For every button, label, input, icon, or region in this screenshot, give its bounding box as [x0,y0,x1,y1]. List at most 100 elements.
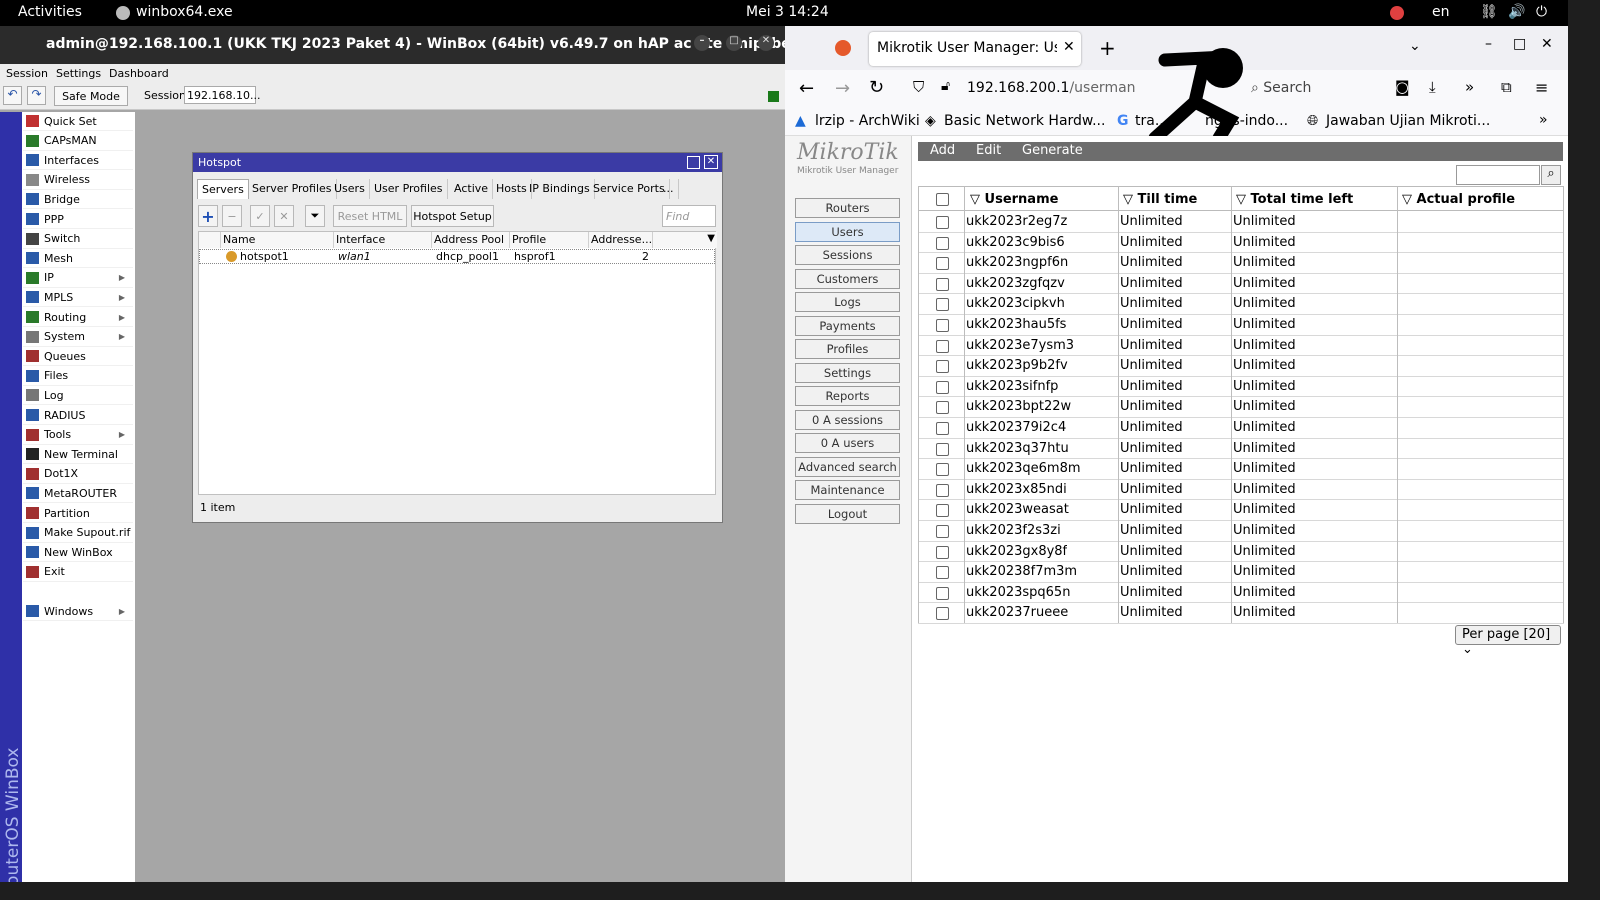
sidebar-item-quick-set[interactable]: Quick Set [23,112,133,131]
menu-maintenance-button[interactable]: Maintenance [795,480,900,500]
table-row[interactable]: ukk202379i2c4 Unlimited Unlimited [918,418,1564,439]
table-row[interactable]: ukk2023sifnfp Unlimited Unlimited [918,377,1564,398]
close-tab-icon[interactable]: ✕ [1063,39,1075,55]
sidebar-item-capsman[interactable]: CAPsMAN [23,132,133,151]
table-row[interactable]: ukk20238f7m3m Unlimited Unlimited [918,562,1564,583]
row-username[interactable]: ukk2023p9b2fv [966,358,1068,373]
menu-logout-button[interactable]: Logout [795,503,900,524]
row-checkbox[interactable] [936,360,949,374]
col-interface[interactable]: Interface [334,232,432,248]
row-checkbox[interactable] [936,422,949,435]
row-checkbox[interactable] [936,442,949,456]
tab-server-profiles[interactable]: Server Profiles [248,179,337,199]
add-icon[interactable]: + [198,205,218,227]
close-icon[interactable]: ✕ [1541,36,1553,52]
sidebar-item-queues[interactable]: Queues [23,347,133,367]
row-checkbox[interactable] [936,483,949,497]
row-checkbox[interactable] [936,463,949,477]
extensions-icon[interactable]: ⧉ [1501,78,1512,96]
new-tab-icon[interactable]: + [1099,36,1116,60]
row-checkbox[interactable] [936,380,949,394]
hotspot-setup-button[interactable]: Hotspot Setup [411,205,494,227]
power-icon[interactable]: ⏻ [1536,4,1547,20]
table-row[interactable]: ukk2023cipkvh Unlimited Unlimited [918,294,1564,315]
sidebar-item-make-supout-rif[interactable]: Make Supout.rif [23,524,133,543]
row-username[interactable]: ukk2023f2s3zi [966,523,1061,538]
clock[interactable]: Mei 3 14:24 [746,4,829,20]
redo-icon[interactable]: ↷ [27,86,46,105]
reset-html-button[interactable]: Reset HTML [333,205,407,227]
menu-settings-button[interactable]: Settings [795,362,900,383]
bookmark-network[interactable]: Basic Network Hardw... [944,113,1105,129]
col-total-time-left[interactable]: ▽ Total time left [1236,192,1353,207]
minimize-icon[interactable]: – [1485,36,1492,52]
maximize-icon[interactable] [687,156,700,169]
network-icon[interactable]: ⛓ [1480,4,1498,20]
bookmark-jawaban[interactable]: Jawaban Ujian Mikroti... [1326,113,1490,129]
search-icon[interactable]: ⌕ [1541,165,1561,185]
table-row[interactable]: ukk2023c9bis6 Unlimited Unlimited [918,233,1564,254]
row-username[interactable]: ukk2023qe6m8m [966,461,1081,476]
table-row[interactable]: hotspot1 wlan1 dhcp_pool1 hsprof1 2 [199,249,715,264]
shield-icon[interactable]: ⛉ [913,78,924,96]
generate-button[interactable]: Generate [1022,143,1083,158]
firefox-icon[interactable] [835,40,851,56]
back-icon[interactable]: ← [799,78,814,99]
sidebar-item-new-terminal[interactable]: New Terminal [23,445,133,465]
row-checkbox[interactable] [936,339,949,353]
forward-icon[interactable]: → [835,78,850,99]
sidebar-item-windows[interactable]: Windows ▶ [23,602,133,621]
filter-icon[interactable]: ⏷ [305,205,325,227]
url-field[interactable]: 192.168.200.1/userman [967,80,1136,96]
sidebar-item-mpls[interactable]: MPLS ▶ [23,288,133,308]
search-field[interactable]: ⌕ Search [1251,80,1311,96]
sidebar-item-bridge[interactable]: Bridge [23,190,133,210]
edit-button[interactable]: Edit [976,143,1001,158]
menu-payments-button[interactable]: Payments [795,315,900,336]
row-checkbox[interactable] [936,566,949,580]
row-username[interactable]: ukk20238f7m3m [966,564,1077,579]
add-button[interactable]: Add [930,143,955,158]
row-username[interactable]: ukk2023gx8y8f [966,544,1067,559]
tab-users[interactable]: Users [330,179,370,199]
tab-servers[interactable]: Servers [197,179,249,199]
close-icon[interactable]: ✕ [704,155,718,169]
focused-app-name[interactable]: winbox64.exe [136,4,233,20]
row-checkbox[interactable] [936,236,949,250]
pocket-icon[interactable]: ◙ [1395,78,1410,96]
tab-ip-bindings[interactable]: IP Bindings [525,179,595,199]
table-row[interactable]: ukk2023hau5fs Unlimited Unlimited [918,315,1564,336]
row-username[interactable]: ukk2023weasat [966,502,1069,517]
menu-0-a-users-button[interactable]: 0 A users [795,433,900,453]
session-field[interactable]: 192.168.10... [184,86,260,104]
menu-icon[interactable]: ≡ [1535,78,1548,97]
find-field[interactable]: Find [662,205,716,227]
table-row[interactable]: ukk2023p9b2fv Unlimited Unlimited [918,356,1564,377]
row-checkbox[interactable] [936,277,949,291]
row-checkbox[interactable] [936,319,949,332]
disable-icon[interactable]: ✕ [274,205,294,227]
menu-settings[interactable]: Settings [56,67,101,80]
sidebar-item-radius[interactable]: RADIUS [23,406,133,425]
sidebar-item-log[interactable]: Log [23,386,133,406]
sidebar-item-new-winbox[interactable]: New WinBox [23,543,133,563]
menu-profiles-button[interactable]: Profiles [795,339,900,359]
table-row[interactable]: ukk2023ngpf6n Unlimited Unlimited [918,253,1564,274]
table-row[interactable]: ukk2023gx8y8f Unlimited Unlimited [918,542,1564,563]
chrome-indicator-icon[interactable] [1390,6,1404,20]
safe-mode-button[interactable]: Safe Mode [54,86,128,106]
row-checkbox[interactable] [936,525,949,538]
reload-icon[interactable]: ↻ [869,77,884,98]
row-username[interactable]: ukk2023ngpf6n [966,255,1068,270]
table-row[interactable]: ukk20237rueee Unlimited Unlimited [918,603,1564,624]
activities-button[interactable]: Activities [18,4,82,20]
active-tab[interactable]: Mikrotik User Manager: User ✕ [869,32,1081,66]
close-icon[interactable]: ✕ [758,35,774,51]
menu-logs-button[interactable]: Logs [795,292,900,312]
tab-active[interactable]: Active [450,179,494,199]
tab-service-ports[interactable]: Service Ports [589,179,670,199]
sidebar-item-exit[interactable]: Exit [23,563,133,582]
table-row[interactable]: ukk2023q37htu Unlimited Unlimited [918,439,1564,460]
row-checkbox[interactable] [936,586,949,600]
search-input[interactable] [1456,165,1540,185]
